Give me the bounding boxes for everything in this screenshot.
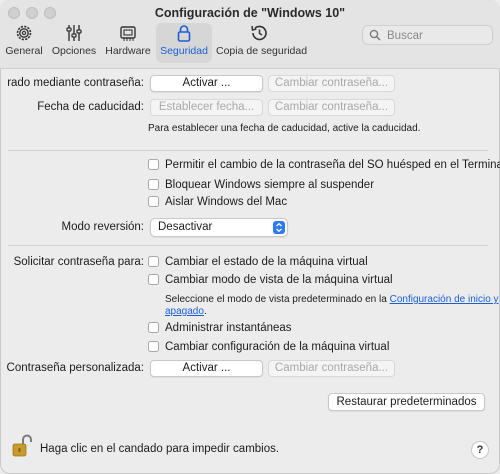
- revert-mode-select[interactable]: Desactivar: [150, 218, 288, 237]
- chevron-updown-icon: [273, 221, 285, 234]
- ask-change-vm-state-checkbox[interactable]: Cambiar el estado de la máquina virtual: [148, 256, 368, 268]
- preferences-window: Configuración de "Windows 10" General Op…: [0, 0, 500, 474]
- search-field[interactable]: [362, 25, 493, 45]
- checkbox-box[interactable]: [148, 179, 159, 190]
- sliders-icon: [50, 23, 98, 43]
- view-mode-note: Seleccione el modo de vista predetermina…: [165, 294, 499, 305]
- expiry-note: Para establecer una fecha de caducidad, …: [148, 123, 421, 134]
- checkbox-box[interactable]: [148, 159, 159, 170]
- ask-change-view-mode-checkbox[interactable]: Cambiar modo de vista de la máquina virt…: [148, 274, 393, 286]
- search-icon: [369, 29, 381, 44]
- padlock-icon[interactable]: [12, 433, 32, 460]
- expiry-date-label: Fecha de caducidad:: [37, 101, 144, 113]
- activate-password-button[interactable]: Activar ...: [150, 75, 263, 92]
- tab-general[interactable]: General: [4, 23, 44, 63]
- password-protection-label: rado mediante contraseña:: [7, 77, 144, 89]
- startup-shutdown-settings-link[interactable]: Configuración de inicio y: [390, 294, 499, 305]
- revert-mode-value: Desactivar: [158, 221, 213, 233]
- search-input[interactable]: [385, 28, 489, 44]
- checkbox-box[interactable]: [148, 322, 159, 333]
- activate-custom-password-button[interactable]: Activar ...: [150, 360, 263, 377]
- help-button[interactable]: ?: [471, 441, 489, 459]
- restore-defaults-button[interactable]: Restaurar predeterminados: [328, 393, 485, 411]
- lock-icon: [156, 23, 212, 43]
- tab-security[interactable]: Seguridad: [156, 23, 212, 63]
- gear-icon: [4, 23, 44, 43]
- tab-backup[interactable]: Copia de seguridad: [216, 23, 307, 63]
- lock-on-suspend-checkbox[interactable]: Bloquear Windows siempre al suspender: [148, 179, 374, 191]
- title-bar: Configuración de "Windows 10" General Op…: [0, 0, 500, 69]
- view-mode-note-line2: apagado.: [165, 306, 207, 317]
- tab-options[interactable]: Opciones: [50, 23, 98, 63]
- clock-backup-icon: [216, 23, 302, 43]
- checkbox-box[interactable]: [148, 341, 159, 352]
- hardware-chip-icon: [104, 23, 152, 43]
- ask-manage-snapshots-checkbox[interactable]: Administrar instantáneas: [148, 322, 292, 334]
- checkbox-box[interactable]: [148, 274, 159, 285]
- revert-mode-label: Modo reversión:: [61, 221, 144, 233]
- lock-instruction-text: Haga clic en el candado para impedir cam…: [40, 443, 280, 455]
- custom-password-label: Contraseña personalizada:: [6, 362, 144, 374]
- tab-hardware[interactable]: Hardware: [104, 23, 152, 63]
- isolate-windows-checkbox[interactable]: Aislar Windows del Mac: [148, 196, 287, 208]
- window-title: Configuración de "Windows 10": [154, 6, 346, 20]
- ask-password-label: Solicitar contraseña para:: [13, 256, 144, 268]
- section-divider: [8, 245, 488, 246]
- ask-change-vm-config-checkbox[interactable]: Cambiar configuración de la máquina virt…: [148, 341, 389, 353]
- startup-shutdown-settings-link-cont[interactable]: apagado: [165, 306, 204, 317]
- allow-guest-password-change-checkbox[interactable]: Permitir el cambio de la contraseña del …: [148, 159, 500, 171]
- set-expiry-date-button[interactable]: Establecer fecha...: [150, 99, 263, 116]
- checkbox-box[interactable]: [148, 196, 159, 207]
- change-custom-password-button[interactable]: Cambiar contraseña...: [268, 360, 395, 377]
- change-expiry-password-button[interactable]: Cambiar contraseña...: [268, 99, 395, 116]
- section-divider: [8, 150, 488, 151]
- checkbox-box[interactable]: [148, 256, 159, 267]
- change-password-button[interactable]: Cambiar contraseña...: [268, 75, 395, 92]
